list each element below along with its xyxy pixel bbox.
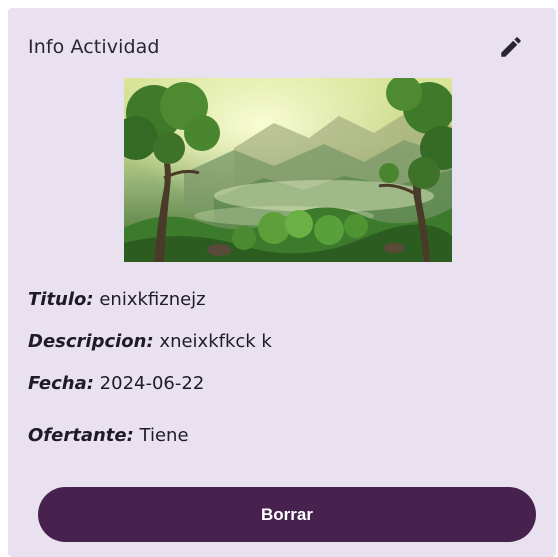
field-value: enixkfiznejz bbox=[99, 289, 206, 310]
edit-button[interactable] bbox=[494, 30, 528, 64]
field-value: 2024-06-22 bbox=[99, 373, 205, 394]
activity-image bbox=[124, 78, 452, 262]
activity-info-card: Info Actividad Titulo: enixkfiznejz Desc… bbox=[8, 8, 556, 557]
field-titulo: Titulo: enixkfiznejz bbox=[28, 289, 206, 310]
field-descripcion: Descripcion: xneixkfkck k bbox=[28, 331, 272, 352]
field-label: Ofertante: bbox=[28, 425, 134, 446]
field-value: Tiene bbox=[139, 425, 189, 446]
field-label: Descripcion: bbox=[28, 331, 154, 352]
field-label: Fecha: bbox=[28, 373, 94, 394]
landscape-image bbox=[124, 78, 452, 262]
card-title: Info Actividad bbox=[28, 36, 160, 58]
field-ofertante: Ofertante: Tiene bbox=[28, 425, 189, 446]
field-fecha: Fecha: 2024-06-22 bbox=[28, 373, 204, 394]
delete-button[interactable]: Borrar bbox=[38, 487, 536, 542]
field-label: Titulo: bbox=[28, 289, 94, 310]
pencil-icon bbox=[501, 37, 521, 57]
field-value: xneixkfkck k bbox=[159, 331, 272, 352]
